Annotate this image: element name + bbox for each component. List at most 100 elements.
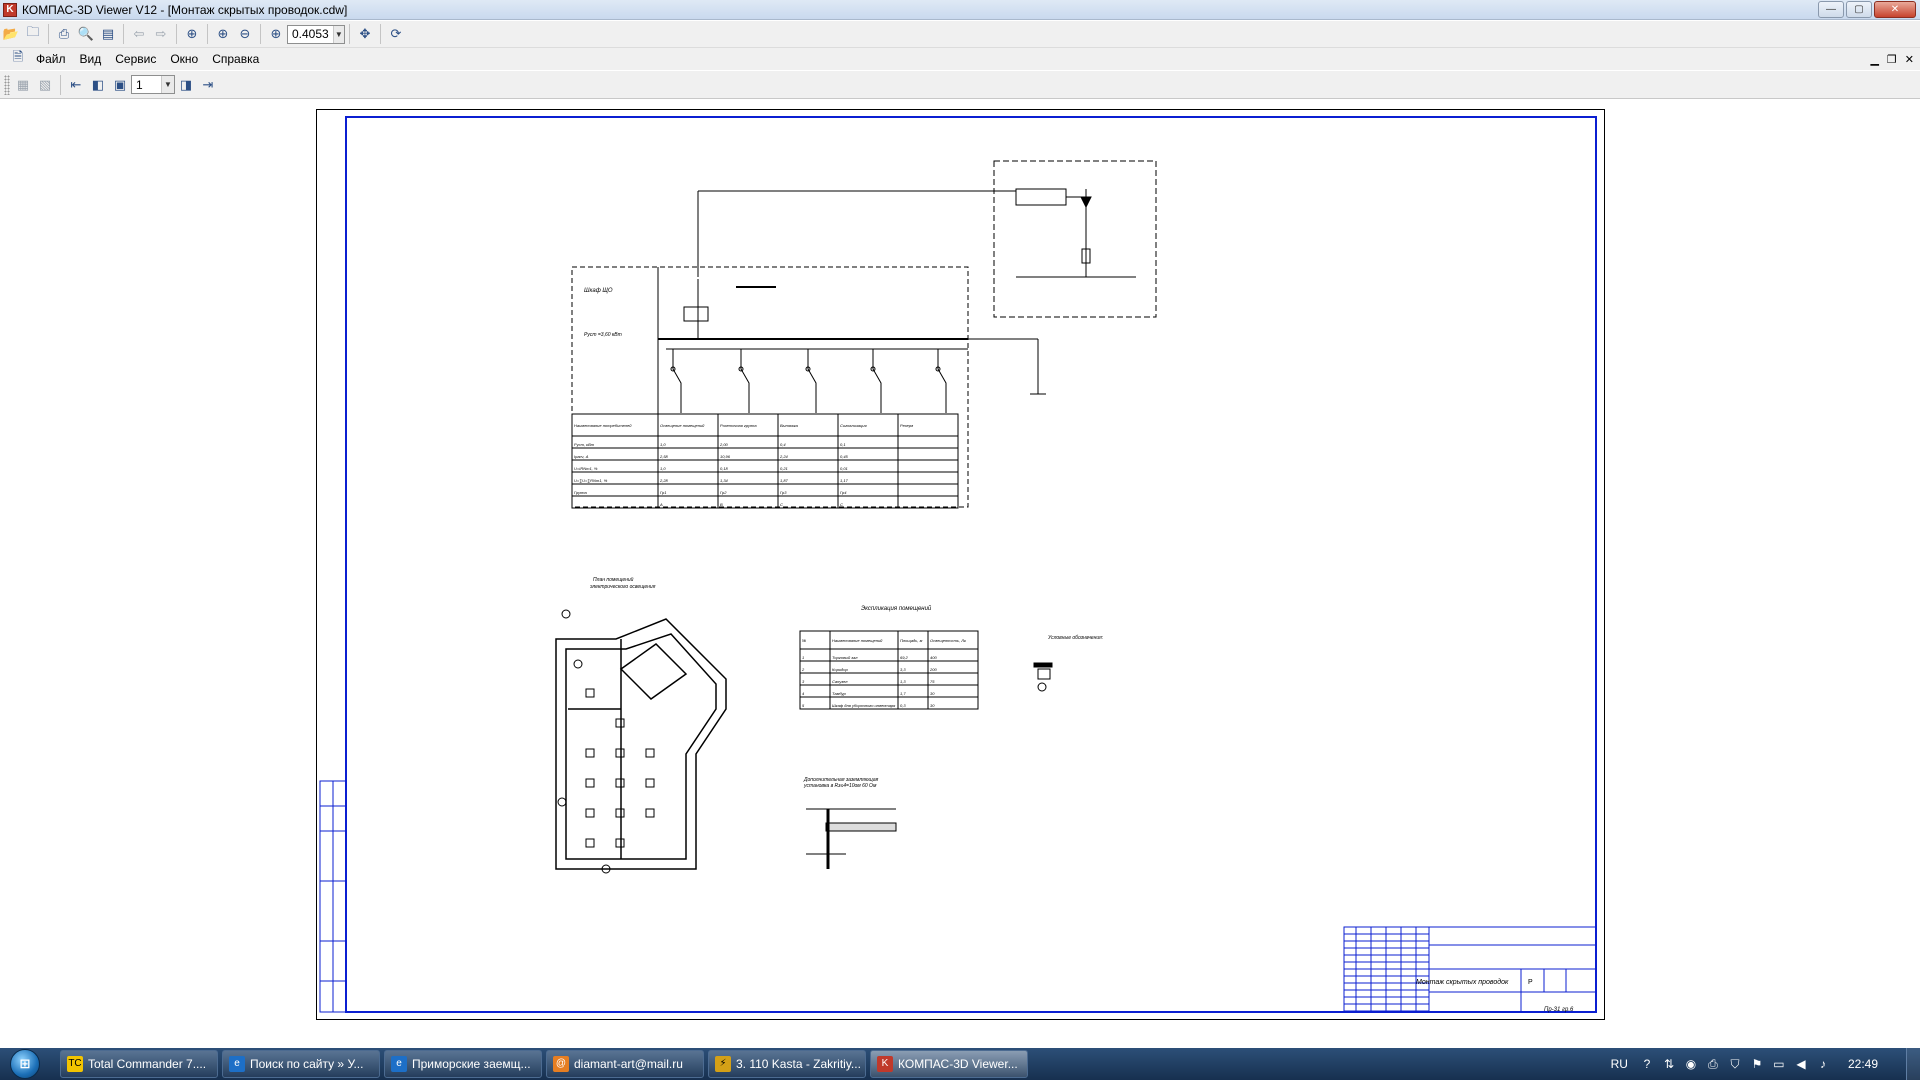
open-folder-icon[interactable]: 🗀 (23, 24, 43, 44)
chevron-down-icon[interactable]: ▼ (161, 76, 174, 93)
task-label: Total Commander 7.... (88, 1057, 207, 1071)
network-arrows-icon[interactable]: ⇅ (1661, 1056, 1677, 1072)
pages-icon[interactable]: ▣ (110, 75, 130, 95)
load-table-cell: Руст, кВт (574, 442, 595, 447)
task-mail[interactable]: @ diamant-art@mail.ru (546, 1050, 704, 1078)
flag-icon[interactable]: ⚑ (1749, 1056, 1765, 1072)
explication-table-cell: 1,3 (900, 679, 906, 684)
next-page-icon[interactable]: ◨ (176, 75, 196, 95)
load-table-header: Наименование потребителей (574, 423, 632, 428)
load-table-cell: Группа (574, 490, 587, 495)
toolbar-separator (207, 24, 208, 44)
back-icon[interactable]: ⇦ (129, 24, 149, 44)
load-table-cell: Гр2 (720, 490, 727, 495)
start-button[interactable]: ⊞ (0, 1048, 50, 1080)
zoom-window-icon[interactable]: ⊕ (182, 24, 202, 44)
print-icon[interactable]: ⎙ (54, 24, 74, 44)
zoom-in-icon[interactable]: ⊕ (213, 24, 233, 44)
task-label: Поиск по сайту » У... (250, 1057, 364, 1071)
document-icon: 🗎 (12, 49, 24, 64)
clock[interactable]: 22:49 (1848, 1057, 1878, 1071)
zoom-out-icon[interactable]: ⊖ (235, 24, 255, 44)
toolbar-separator (48, 24, 49, 44)
load-table-cell: 2,28 (659, 478, 669, 483)
title-block-stage: Р (1528, 979, 1533, 986)
kompas-logo-icon: K (877, 1056, 893, 1072)
toolbar-separator (380, 24, 381, 44)
speaker-icon[interactable]: ◀ (1793, 1056, 1809, 1072)
lamp-symbol (615, 748, 625, 758)
mdi-close-icon[interactable]: ✕ (1905, 53, 1914, 66)
title-block-code: Пр-31 гр.6 (1544, 1007, 1574, 1013)
menu-window[interactable]: Окно (163, 52, 205, 66)
task-kompas[interactable]: K КОМПАС-3D Viewer... (870, 1050, 1028, 1078)
load-table-cell: 1,0 (660, 442, 666, 447)
menu-file[interactable]: Файл (29, 52, 73, 66)
page-combo[interactable]: 1 ▼ (131, 75, 175, 94)
load-table-cell: 2,58 (659, 454, 669, 459)
layer-icon[interactable]: ▦ (13, 75, 33, 95)
last-page-icon[interactable]: ⇥ (198, 75, 218, 95)
open-icon[interactable]: 📂 (1, 24, 21, 44)
load-table-cell: Гр4 (840, 490, 847, 495)
load-table-cell: С (780, 502, 783, 507)
task-ie-primorsk[interactable]: e Приморские заемщ... (384, 1050, 542, 1078)
layers-icon[interactable]: ▧ (35, 75, 55, 95)
window-titlebar: K КОМПАС-3D Viewer V12 - [Монтаж скрытых… (0, 0, 1920, 20)
explication-table-cell: Торговый зал (832, 655, 858, 660)
explication-table-header: № (802, 638, 807, 643)
close-icon[interactable]: ✕ (1874, 1, 1916, 18)
load-table-cell: С (840, 502, 843, 507)
lamp-symbol (645, 808, 655, 818)
page-setup-icon[interactable]: ▤ (98, 24, 118, 44)
explication-table-cell: 200 (929, 667, 937, 672)
side-stamp (319, 780, 347, 1013)
load-table-cell: Гр1 (660, 490, 666, 495)
first-page-icon[interactable]: ⇤ (66, 75, 86, 95)
mdi-restore-icon[interactable]: ❐ (1887, 53, 1897, 66)
language-indicator[interactable]: RU (1611, 1057, 1628, 1071)
help-icon[interactable]: ? (1639, 1056, 1655, 1072)
lamp-symbol (573, 659, 583, 669)
windows-taskbar: ⊞ TC Total Commander 7.... e Поиск по са… (0, 1048, 1920, 1080)
print-preview-icon[interactable]: 🔍 (76, 24, 96, 44)
load-table-cell: 0,4 (780, 442, 786, 447)
refresh-icon[interactable]: ⟳ (386, 24, 406, 44)
minimize-icon[interactable]: — (1818, 1, 1844, 18)
pan-icon[interactable]: ✥ (355, 24, 375, 44)
task-winamp[interactable]: ⚡ 3. 110 Kasta - Zakritiy... (708, 1050, 866, 1078)
drawing-frame (345, 116, 1597, 1013)
explication-table-cell: 75 (930, 679, 935, 684)
explication-table-header: Освещенность, Лк (930, 638, 967, 643)
printer-icon[interactable]: ⎙ (1705, 1056, 1721, 1072)
zoom-scale-icon[interactable]: ⊕ (266, 24, 286, 44)
menu-service[interactable]: Сервис (108, 52, 163, 66)
load-table-cell: 0,45 (840, 454, 849, 459)
task-total-commander[interactable]: TC Total Commander 7.... (60, 1050, 218, 1078)
explication-table-cell: 0,3 (900, 703, 906, 708)
load-table-cell: В (720, 502, 723, 507)
lamp-symbol (615, 778, 625, 788)
show-desktop-button[interactable] (1906, 1048, 1920, 1080)
lamp-symbol (585, 778, 595, 788)
forward-icon[interactable]: ⇨ (151, 24, 171, 44)
chevron-down-icon[interactable]: ▼ (332, 25, 344, 43)
volume-icon[interactable]: ♪ (1815, 1056, 1831, 1072)
monitor-icon[interactable]: ▭ (1771, 1056, 1787, 1072)
shield-icon[interactable]: ⛉ (1727, 1056, 1743, 1072)
prev-page-icon[interactable]: ◧ (88, 75, 108, 95)
task-ie-search[interactable]: e Поиск по сайту » У... (222, 1050, 380, 1078)
zoom-combo[interactable]: 0.4053 ▼ (287, 24, 345, 44)
maximize-icon[interactable]: ▢ (1846, 1, 1872, 18)
menu-view[interactable]: Вид (73, 52, 109, 66)
explication-table-cell: 30 (930, 703, 935, 708)
plan-title-1: План помещений (593, 576, 634, 583)
toolbar-separator (60, 74, 61, 95)
load-table-cell: 0,01 (840, 466, 848, 471)
mail-agent-icon: @ (553, 1056, 569, 1072)
explication-title: Экспликация помещений (861, 605, 932, 612)
skype-icon[interactable]: ◉ (1683, 1056, 1699, 1072)
explication-table-cell: 4 (802, 691, 805, 696)
mdi-minimize-icon[interactable]: ▁ (1870, 53, 1878, 66)
menu-help[interactable]: Справка (205, 52, 266, 66)
